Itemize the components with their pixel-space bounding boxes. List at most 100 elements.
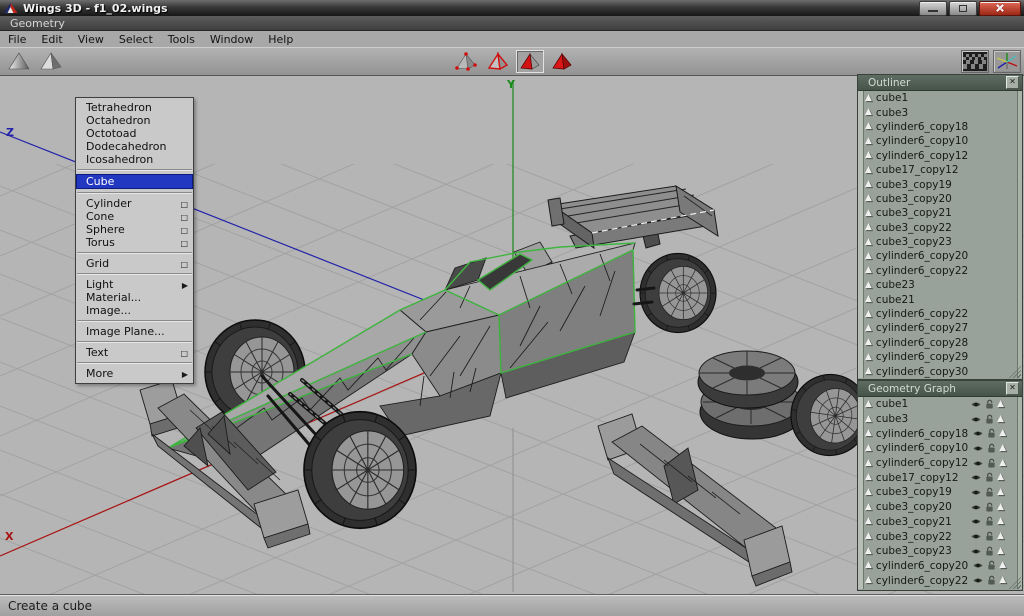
visibility-eye-icon[interactable] — [970, 517, 982, 526]
outliner-item[interactable]: ▲ cylinder6_copy20 — [865, 249, 1017, 263]
selection-triangle-icon[interactable]: ▲ — [997, 503, 1004, 512]
outliner-item[interactable]: ▲ cube1 — [865, 91, 1017, 105]
context-menu-item[interactable]: More▶ — [76, 367, 193, 380]
menu-option-icon[interactable]: □ — [180, 237, 188, 250]
geometry-graph-item[interactable]: ▲ cylinder6_copy22 ▲ — [865, 573, 1017, 588]
close-button[interactable] — [979, 1, 1021, 16]
geometry-graph-item[interactable]: ▲ cube3_copy23 ▲ — [865, 544, 1017, 559]
outliner-item[interactable]: ▲ cylinder6_copy27 — [865, 321, 1017, 335]
geometry-graph-item[interactable]: ▲ cylinder6_copy10 ▲ — [865, 441, 1017, 456]
menubar-item[interactable]: File — [8, 33, 26, 46]
selection-triangle-icon[interactable]: ▲ — [997, 415, 1004, 424]
menu-option-icon[interactable]: □ — [180, 347, 188, 360]
context-menu-item[interactable]: Cube — [76, 174, 193, 189]
vertex-mode-icon[interactable] — [452, 50, 480, 73]
rear-right-wheel[interactable] — [640, 253, 716, 332]
menubar-item[interactable]: Tools — [168, 33, 195, 46]
menubar-item[interactable]: Window — [210, 33, 253, 46]
context-menu-item[interactable]: Tetrahedron — [76, 101, 193, 114]
outliner-item[interactable]: ▲ cube21 — [865, 292, 1017, 306]
selection-triangle-icon[interactable]: ▲ — [999, 561, 1006, 570]
geometry-graph-item[interactable]: ▲ cube17_copy12 ▲ — [865, 470, 1017, 485]
context-menu-item[interactable]: Text□ — [76, 346, 193, 359]
context-menu-item[interactable]: Icosahedron — [76, 153, 193, 166]
outliner-item[interactable]: ▲ cube17_copy12 — [865, 163, 1017, 177]
lock-icon[interactable] — [987, 443, 996, 454]
tire-stack[interactable] — [698, 351, 804, 439]
menubar-item[interactable]: Select — [119, 33, 153, 46]
lock-icon[interactable] — [987, 458, 996, 469]
selection-triangle-icon[interactable]: ▲ — [997, 488, 1004, 497]
selection-triangle-icon[interactable]: ▲ — [997, 473, 1004, 482]
context-menu-item[interactable]: Cone□ — [76, 210, 193, 223]
visibility-eye-icon[interactable] — [970, 415, 982, 424]
selection-triangle-icon[interactable]: ▲ — [999, 459, 1006, 468]
flat-shading-icon[interactable] — [37, 50, 65, 73]
outliner-item[interactable]: ▲ cylinder6_copy30 — [865, 364, 1017, 378]
maximize-button[interactable] — [949, 1, 977, 16]
visibility-eye-icon[interactable] — [970, 473, 982, 482]
geometry-graph-item[interactable]: ▲ cube3_copy19 ▲ — [865, 485, 1017, 500]
axes-toggle-icon[interactable] — [993, 50, 1021, 73]
edge-mode-icon[interactable] — [484, 50, 512, 73]
outliner-item[interactable]: ▲ cylinder6_copy18 — [865, 120, 1017, 134]
context-menu-item[interactable]: Torus□ — [76, 236, 193, 249]
menubar-item[interactable]: Help — [268, 33, 293, 46]
geometry-graph-item[interactable]: ▲ cube1 ▲ — [865, 397, 1017, 412]
outliner-item[interactable]: ▲ cube3_copy23 — [865, 235, 1017, 249]
title-bar[interactable]: Wings 3D - f1_02.wings — [0, 0, 1024, 16]
visibility-eye-icon[interactable] — [972, 576, 984, 585]
visibility-eye-icon[interactable] — [970, 547, 982, 556]
outliner-item[interactable]: ▲ cylinder6_copy29 — [865, 350, 1017, 364]
selection-triangle-icon[interactable]: ▲ — [997, 532, 1004, 541]
ground-plane-toggle-icon[interactable] — [961, 50, 989, 73]
context-menu-item[interactable]: Sphere□ — [76, 223, 193, 236]
lock-icon[interactable] — [985, 546, 994, 557]
geometry-graph-scrollbar[interactable] — [858, 397, 864, 589]
front-left-wheel[interactable] — [304, 412, 416, 528]
minimize-button[interactable] — [919, 1, 947, 16]
geometry-graph-item[interactable]: ▲ cube3_copy21 ▲ — [865, 515, 1017, 530]
selection-triangle-icon[interactable]: ▲ — [999, 576, 1006, 585]
selection-triangle-icon[interactable]: ▲ — [999, 429, 1006, 438]
visibility-eye-icon[interactable] — [972, 429, 984, 438]
lock-icon[interactable] — [987, 428, 996, 439]
outliner-item[interactable]: ▲ cube3 — [865, 105, 1017, 119]
lock-icon[interactable] — [985, 531, 994, 542]
context-menu-item[interactable]: Image... — [76, 304, 193, 317]
geometry-graph-item[interactable]: ▲ cylinder6_copy12 ▲ — [865, 456, 1017, 471]
face-mode-icon[interactable] — [516, 50, 544, 73]
geometry-graph-item[interactable]: ▲ cube3_copy22 ▲ — [865, 529, 1017, 544]
visibility-eye-icon[interactable] — [972, 444, 984, 453]
selection-triangle-icon[interactable]: ▲ — [999, 444, 1006, 453]
outliner-item[interactable]: ▲ cube3_copy22 — [865, 221, 1017, 235]
context-menu-item[interactable]: Cylinder□ — [76, 197, 193, 210]
lock-icon[interactable] — [985, 487, 994, 498]
selection-triangle-icon[interactable]: ▲ — [997, 400, 1004, 409]
context-menu-item[interactable]: Light▶ — [76, 278, 193, 291]
selection-triangle-icon[interactable]: ▲ — [997, 517, 1004, 526]
geometry-graph-item[interactable]: ▲ cylinder6_copy18 ▲ — [865, 426, 1017, 441]
outliner-item[interactable]: ▲ cube3_copy19 — [865, 177, 1017, 191]
geometry-graph-header[interactable]: Geometry Graph ✕ — [858, 381, 1022, 397]
outliner-item[interactable]: ▲ cube3_copy20 — [865, 192, 1017, 206]
outliner-item[interactable]: ▲ cylinder6_copy28 — [865, 336, 1017, 350]
lock-icon[interactable] — [985, 472, 994, 483]
outliner-close-icon[interactable]: ✕ — [1006, 76, 1019, 89]
lock-icon[interactable] — [987, 575, 996, 586]
menu-option-icon[interactable]: □ — [180, 258, 188, 271]
outliner-item[interactable]: ▲ cylinder6_copy10 — [865, 134, 1017, 148]
visibility-eye-icon[interactable] — [970, 503, 982, 512]
context-menu-item[interactable]: Material... — [76, 291, 193, 304]
outliner-header[interactable]: Outliner ✕ — [858, 75, 1022, 91]
menubar-item[interactable]: View — [78, 33, 104, 46]
smooth-shading-icon[interactable] — [5, 50, 33, 73]
selection-triangle-icon[interactable]: ▲ — [997, 547, 1004, 556]
lock-icon[interactable] — [985, 399, 994, 410]
lock-icon[interactable] — [985, 516, 994, 527]
visibility-eye-icon[interactable] — [970, 400, 982, 409]
visibility-eye-icon[interactable] — [972, 561, 984, 570]
lock-icon[interactable] — [985, 502, 994, 513]
menu-option-icon[interactable]: ▶ — [182, 368, 188, 381]
context-menu-item[interactable]: Octotoad — [76, 127, 193, 140]
